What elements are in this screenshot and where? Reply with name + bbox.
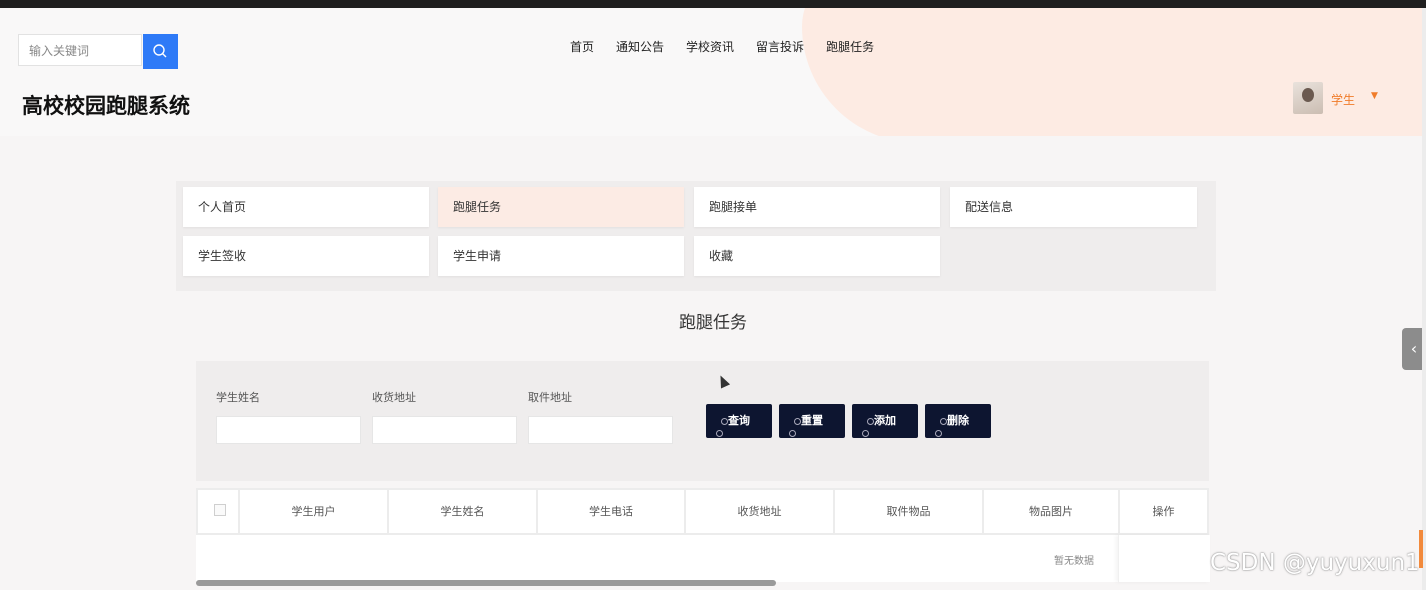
avatar[interactable] <box>1293 82 1323 114</box>
circle-icon <box>794 418 801 425</box>
site-title: 高校校园跑腿系统 <box>22 94 190 118</box>
chevron-left-icon: ‹ <box>1410 339 1418 358</box>
reset-button-label: 重置 <box>801 414 823 427</box>
user-menu[interactable]: 学生 ▼ <box>1293 82 1383 122</box>
main-nav: 首页 通知公告 学校资讯 留言投诉 跑腿任务 <box>570 38 896 55</box>
menu-item-errand-tasks[interactable]: 跑腿任务 <box>438 187 684 227</box>
col-student-user: 学生用户 <box>240 490 389 533</box>
search-icon <box>153 44 167 58</box>
circle-icon <box>789 430 796 437</box>
watermark: CSDN @yuyuxun1 <box>1210 550 1420 576</box>
tasks-table: 学生用户 学生姓名 学生电话 收货地址 取件物品 物品图片 操作 暂无数据 <box>196 488 1210 582</box>
col-student-phone: 学生电话 <box>538 490 686 533</box>
col-student-name: 学生姓名 <box>389 490 538 533</box>
menu-item-delivery-info[interactable]: 配送信息 <box>950 187 1197 227</box>
pickup-address-input[interactable] <box>528 416 673 444</box>
nav-errand-tasks[interactable]: 跑腿任务 <box>826 38 874 55</box>
student-name-input[interactable] <box>216 416 361 444</box>
menu-item-student-signoff[interactable]: 学生签收 <box>183 236 429 276</box>
table-header: 学生用户 学生姓名 学生电话 收货地址 取件物品 物品图片 操作 <box>196 488 1209 535</box>
search-button[interactable] <box>143 34 178 69</box>
query-button-label: 查询 <box>728 414 750 427</box>
filter-label-delivery-address: 收货地址 <box>372 391 416 404</box>
add-button-label: 添加 <box>874 414 896 427</box>
circle-icon <box>935 430 942 437</box>
select-all-cell <box>198 490 240 533</box>
filter-label-pickup-address: 取件地址 <box>528 391 572 404</box>
select-all-checkbox[interactable] <box>214 504 226 516</box>
page-title: 跑腿任务 <box>679 313 747 333</box>
page-scrollbar[interactable] <box>1422 8 1426 590</box>
circle-icon <box>940 418 947 425</box>
delivery-address-input[interactable] <box>372 416 517 444</box>
caret-down-icon[interactable]: ▼ <box>1371 91 1378 101</box>
site-header: 输入关键词 首页 通知公告 学校资讯 留言投诉 跑腿任务 高校校园跑腿系统 学生… <box>0 8 1426 136</box>
horizontal-scrollbar[interactable] <box>196 580 776 586</box>
user-name[interactable]: 学生 <box>1331 91 1355 108</box>
nav-notices[interactable]: 通知公告 <box>616 38 664 55</box>
menu-item-favorites[interactable]: 收藏 <box>694 236 940 276</box>
circle-icon <box>721 418 728 425</box>
menu-item-personal-home[interactable]: 个人首页 <box>183 187 429 227</box>
nav-school-news[interactable]: 学校资讯 <box>686 38 734 55</box>
add-button[interactable]: 添加 <box>852 404 918 438</box>
delete-button-label: 删除 <box>947 414 969 427</box>
nav-complaints[interactable]: 留言投诉 <box>756 38 804 55</box>
menu-item-student-application[interactable]: 学生申请 <box>438 236 684 276</box>
delete-button[interactable]: 删除 <box>925 404 991 438</box>
filter-label-student-name: 学生姓名 <box>216 391 260 404</box>
circle-icon <box>862 430 869 437</box>
search-box: 输入关键词 <box>18 34 178 69</box>
col-pickup-item: 取件物品 <box>835 490 984 533</box>
col-delivery-address: 收货地址 <box>686 490 835 533</box>
circle-icon <box>867 418 874 425</box>
search-input[interactable]: 输入关键词 <box>18 34 142 66</box>
empty-state-text: 暂无数据 <box>1054 556 1094 567</box>
actions-column-fixed <box>1118 535 1210 582</box>
circle-icon <box>716 430 723 437</box>
window-top-strip <box>0 0 1426 8</box>
menu-item-errand-orders[interactable]: 跑腿接单 <box>694 187 940 227</box>
user-center-menu: 个人首页 跑腿任务 跑腿接单 配送信息 学生签收 学生申请 收藏 <box>176 181 1216 291</box>
col-item-image: 物品图片 <box>984 490 1120 533</box>
filter-panel: 学生姓名 收货地址 取件地址 查询 重置 添加 删除 <box>196 361 1209 481</box>
reset-button[interactable]: 重置 <box>779 404 845 438</box>
col-actions: 操作 <box>1152 505 1175 518</box>
nav-home[interactable]: 首页 <box>570 38 594 55</box>
query-button[interactable]: 查询 <box>706 404 772 438</box>
